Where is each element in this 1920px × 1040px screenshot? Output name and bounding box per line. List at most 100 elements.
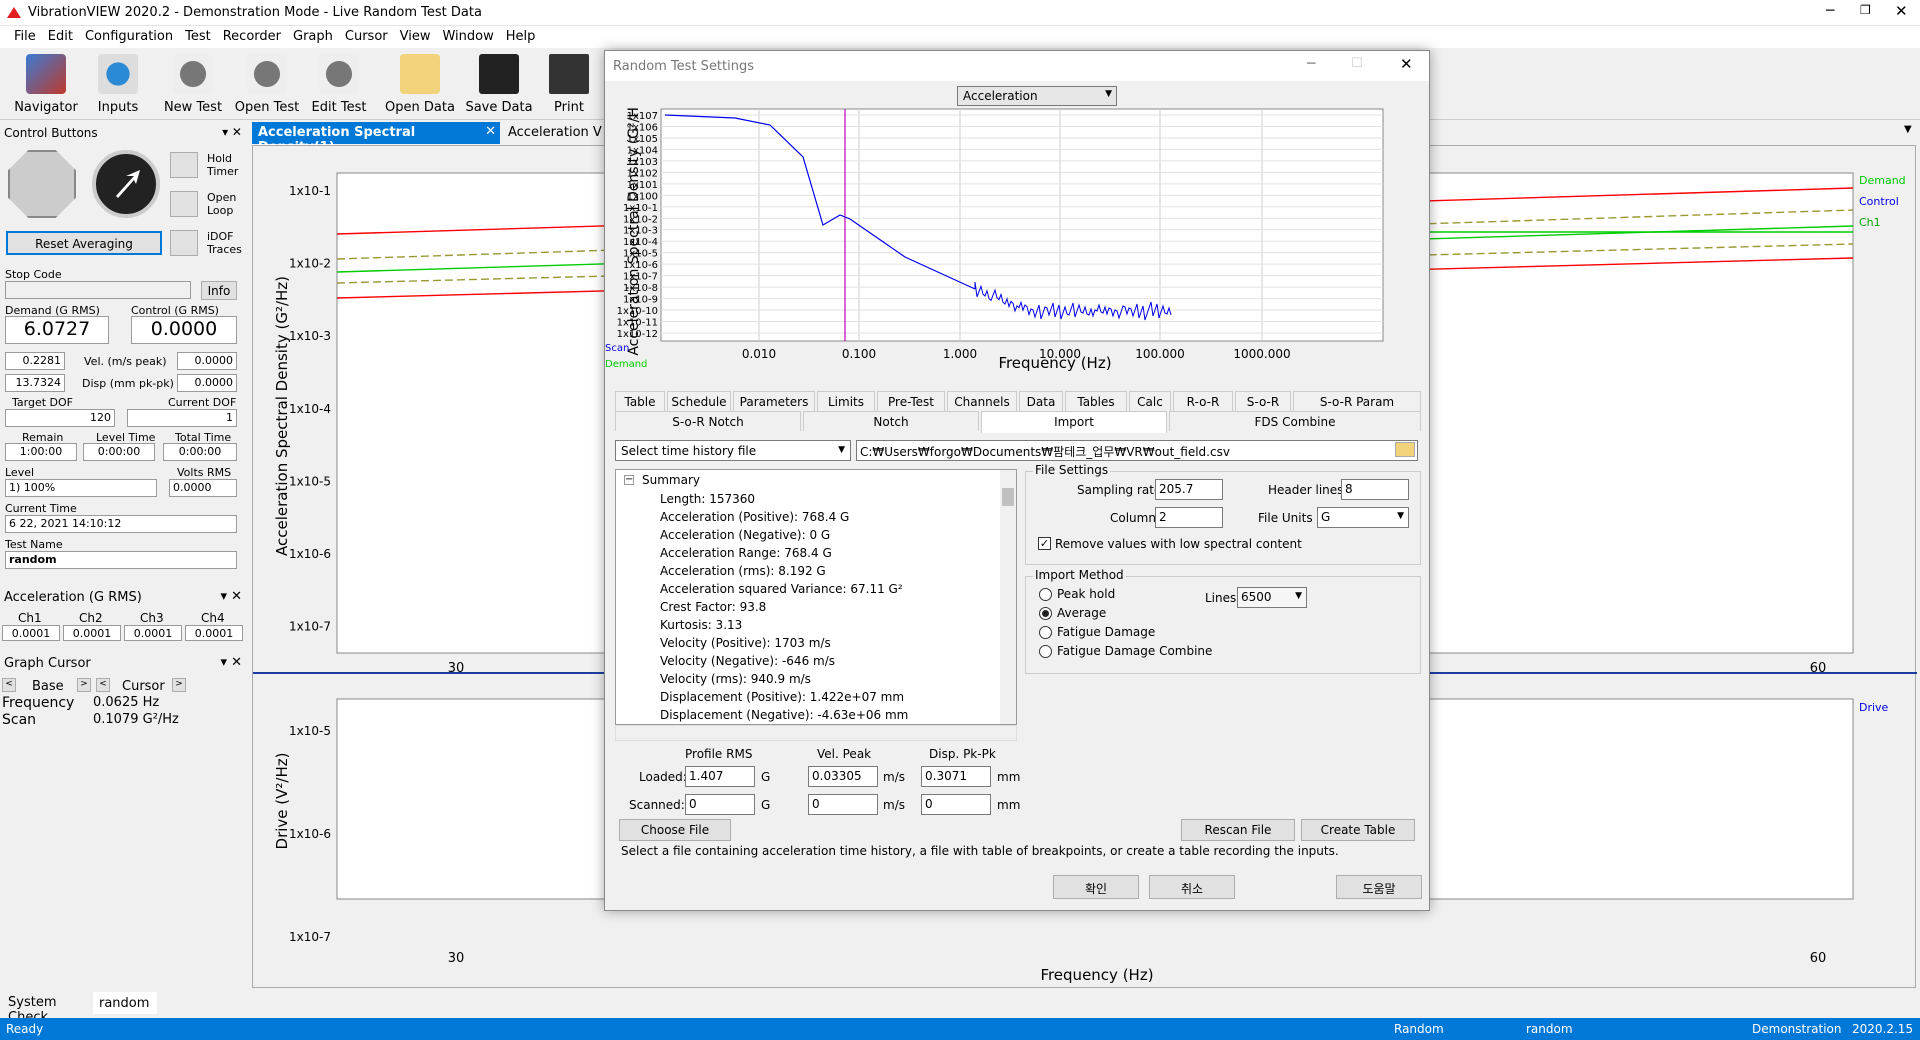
menu-configuration[interactable]: Configuration: [79, 28, 179, 45]
channel-name: Ch2: [79, 611, 103, 625]
scanned-vel-input[interactable]: 0: [808, 794, 878, 815]
file-path-input[interactable]: C:₩Users₩forgo₩Documents₩팜테크_업무₩VR₩out_f…: [856, 440, 1418, 461]
tab-channels[interactable]: Channels: [947, 391, 1017, 411]
restore-icon[interactable]: ❐: [1860, 3, 1871, 17]
tab-acceleration-v[interactable]: Acceleration V: [504, 122, 604, 144]
stop-button[interactable]: [8, 150, 76, 218]
menu-help[interactable]: Help: [500, 28, 542, 45]
tab-notch[interactable]: Notch: [803, 411, 979, 431]
remove-low-label: Remove values with low spectral content: [1055, 537, 1302, 551]
inputs-button[interactable]: Inputs: [82, 52, 154, 115]
lines-select[interactable]: 6500 ▼: [1237, 587, 1307, 608]
close-icon[interactable]: ✕: [1895, 2, 1908, 20]
summary-line: Acceleration (Positive): 768.4 G: [660, 510, 850, 524]
tab-import[interactable]: Import: [981, 411, 1167, 433]
menu-window[interactable]: Window: [436, 28, 499, 45]
scanned-disp-input[interactable]: 0: [921, 794, 991, 815]
info-button[interactable]: Info: [201, 281, 237, 300]
remove-low-checkbox[interactable]: ✓: [1038, 537, 1051, 550]
radio-fatigue-damage-combine[interactable]: [1039, 645, 1052, 658]
tab-random[interactable]: random: [93, 992, 157, 1014]
panel-close-icon[interactable]: ▾ ✕: [222, 125, 242, 139]
tab-asd[interactable]: Acceleration Spectral Density(1)✕: [252, 122, 500, 155]
menu-cursor[interactable]: Cursor: [339, 28, 394, 45]
source-select[interactable]: Select time history file ▼: [615, 440, 851, 461]
rescan-file-button[interactable]: Rescan File: [1181, 819, 1295, 841]
main-y-tick: 1x10-6: [289, 547, 331, 561]
vel-value: 0.0000: [177, 352, 237, 370]
open-data-button[interactable]: Open Data: [384, 52, 456, 115]
print-button[interactable]: Print: [533, 52, 605, 115]
tab-parameters[interactable]: Parameters: [733, 391, 815, 411]
folder-icon[interactable]: [1395, 442, 1415, 457]
tab-fds-combine[interactable]: FDS Combine: [1169, 411, 1421, 431]
open-loop-button[interactable]: [170, 191, 198, 217]
help-button[interactable]: 도움말: [1336, 875, 1422, 899]
tab-calc[interactable]: Calc: [1129, 391, 1171, 411]
base-right-button[interactable]: >: [77, 678, 91, 692]
dialog-close-icon[interactable]: ✕: [1400, 55, 1413, 73]
header-lines-input[interactable]: 8: [1341, 479, 1409, 500]
edit-test-button[interactable]: Edit Test: [303, 52, 375, 115]
save-data-button[interactable]: Save Data: [463, 52, 535, 115]
tab-s-o-r-param[interactable]: S-o-R Param: [1293, 391, 1421, 411]
cursor-left-button[interactable]: <: [96, 678, 110, 692]
accel-range-value: 13.7324: [5, 374, 65, 392]
menu-view[interactable]: View: [394, 28, 437, 45]
tab-table[interactable]: Table: [615, 391, 665, 411]
ok-button[interactable]: 확인: [1053, 875, 1139, 899]
tab-r-o-r[interactable]: R-o-R: [1173, 391, 1233, 411]
target-dof-label: Target DOF: [12, 396, 73, 409]
tab-pre-test[interactable]: Pre-Test: [877, 391, 945, 411]
radio-fatigue-damage[interactable]: [1039, 626, 1052, 639]
idof-traces-button[interactable]: [170, 230, 198, 256]
menu-file[interactable]: File: [8, 28, 42, 45]
reset-averaging-button[interactable]: Reset Averaging: [6, 231, 162, 255]
navigator-button[interactable]: Navigator: [10, 52, 82, 115]
new-test-button[interactable]: New Test: [157, 52, 229, 115]
base-left-button[interactable]: <: [2, 678, 16, 692]
minimize-icon[interactable]: ─: [1826, 3, 1834, 19]
summary-tree[interactable]: − Summary Length: 157360 Acceleration (Po…: [615, 469, 1017, 725]
measure-dropdown[interactable]: Acceleration ▼: [957, 86, 1117, 106]
tab-list-icon[interactable]: ▼: [1904, 124, 1912, 135]
radio-average[interactable]: [1039, 607, 1052, 620]
summary-line: Length: 157360: [660, 492, 756, 506]
choose-file-button[interactable]: Choose File: [619, 819, 731, 841]
edit-test-icon: [319, 54, 359, 94]
scanned-rms-input[interactable]: 0: [685, 794, 755, 815]
menu-graph[interactable]: Graph: [287, 28, 339, 45]
cursor-right-button[interactable]: >: [172, 678, 186, 692]
start-button[interactable]: [92, 150, 160, 218]
panel-close-icon[interactable]: ▾ ✕: [220, 655, 242, 670]
loaded-rms-input[interactable]: 1.407: [685, 766, 755, 787]
radio-peak-hold[interactable]: [1039, 588, 1052, 601]
dialog-minimize-icon[interactable]: ─: [1307, 56, 1315, 72]
tab-data[interactable]: Data: [1019, 391, 1063, 411]
loaded-disp-input[interactable]: 0.3071: [921, 766, 991, 787]
tab-close-icon[interactable]: ✕: [485, 124, 496, 139]
menu-edit[interactable]: Edit: [42, 28, 79, 45]
file-units-select[interactable]: G ▼: [1317, 507, 1409, 528]
column-input[interactable]: 2: [1155, 507, 1223, 528]
tab-limits[interactable]: Limits: [817, 391, 875, 411]
create-table-button[interactable]: Create Table: [1301, 819, 1415, 841]
tab-s-o-r[interactable]: S-o-R: [1235, 391, 1291, 411]
hold-timer-button[interactable]: [170, 152, 198, 178]
vertical-scrollbar[interactable]: [1000, 470, 1016, 724]
tab-tables[interactable]: Tables: [1065, 391, 1127, 411]
horizontal-scrollbar[interactable]: [615, 725, 1017, 741]
menu-test[interactable]: Test: [179, 28, 217, 45]
open-test-button[interactable]: Open Test: [231, 52, 303, 115]
tab-system-check[interactable]: System Check: [2, 992, 92, 1025]
loaded-vel-input[interactable]: 0.03305: [808, 766, 878, 787]
collapse-icon[interactable]: −: [624, 475, 634, 485]
tab-schedule[interactable]: Schedule: [667, 391, 731, 411]
tab-s-o-r-notch[interactable]: S-o-R Notch: [615, 411, 801, 431]
import-method-title: Import Method: [1033, 568, 1126, 582]
cancel-button[interactable]: 취소: [1149, 875, 1235, 899]
control-buttons-header: Control Buttons ▾ ✕: [0, 123, 248, 143]
sampling-rate-input[interactable]: 205.7: [1155, 479, 1223, 500]
menu-recorder[interactable]: Recorder: [217, 28, 287, 45]
panel-close-icon[interactable]: ▾ ✕: [220, 589, 242, 604]
